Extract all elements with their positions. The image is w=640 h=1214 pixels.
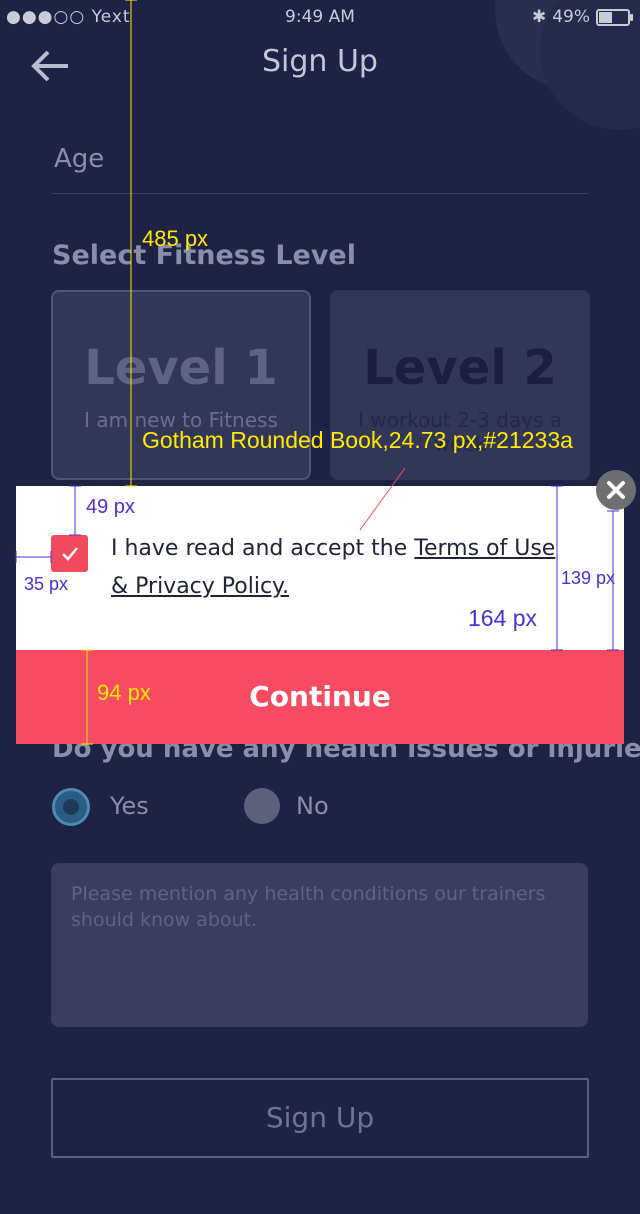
check-icon bbox=[62, 547, 78, 561]
sign-up-button-label: Sign Up bbox=[265, 1101, 375, 1134]
level-title: Level 1 bbox=[84, 340, 278, 396]
accept-text: I have read and accept the Terms of Use … bbox=[111, 530, 561, 606]
close-icon[interactable] bbox=[596, 470, 636, 510]
accept-text-prefix: I have read and accept the bbox=[111, 536, 415, 561]
radio-no-label: No bbox=[296, 792, 329, 820]
battery-percent: 49% bbox=[552, 7, 590, 27]
sign-up-button[interactable]: Sign Up bbox=[51, 1078, 589, 1158]
age-field[interactable]: Age bbox=[54, 144, 104, 174]
annotation-35: 35 px bbox=[24, 574, 69, 594]
annotation-94: 94 px bbox=[97, 680, 151, 705]
radio-yes-label: Yes bbox=[110, 792, 149, 820]
annotation-font-spec: Gotham Rounded Book,24.73 px,#21233a bbox=[142, 427, 573, 453]
status-bar: ●●●○○ Yext 9:49 AM ✱ 49% bbox=[0, 0, 640, 34]
bluetooth-icon: ✱ bbox=[531, 7, 547, 27]
accept-checkbox[interactable] bbox=[51, 535, 88, 572]
annotation-485: 485 px bbox=[142, 226, 209, 251]
battery-icon bbox=[596, 8, 633, 26]
battery-status: ✱ 49% bbox=[531, 7, 633, 27]
health-textarea[interactable]: Please mention any health conditions our… bbox=[51, 863, 588, 1027]
annotation-164: 164 px bbox=[468, 605, 538, 631]
textarea-placeholder: Please mention any health conditions our… bbox=[71, 883, 546, 931]
radio-yes[interactable] bbox=[52, 788, 90, 826]
annotation-49: 49 px bbox=[86, 496, 135, 518]
level-title: Level 2 bbox=[363, 340, 557, 396]
radio-no[interactable] bbox=[244, 788, 280, 824]
page-title: Sign Up bbox=[262, 44, 378, 79]
divider bbox=[52, 193, 588, 194]
annotation-139: 139 px bbox=[561, 568, 616, 588]
